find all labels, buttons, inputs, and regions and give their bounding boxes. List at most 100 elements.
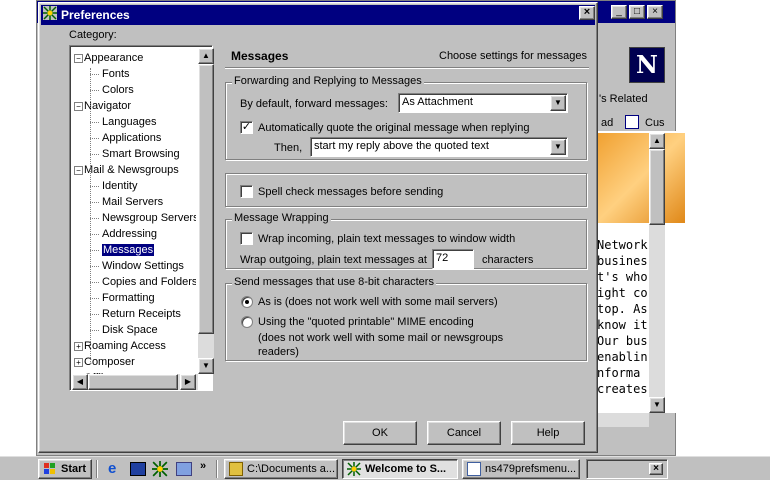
wrap-width-input[interactable]: 72	[432, 249, 474, 269]
tree-item-copies-and-folders[interactable]: Copies and Folders	[102, 274, 196, 290]
tree-item-label: Identity	[102, 180, 138, 192]
forward-select[interactable]: As Attachment ▼	[398, 93, 568, 113]
tree-item-colors[interactable]: Colors	[102, 82, 134, 98]
tree-item-formatting[interactable]: Formatting	[102, 290, 155, 306]
chevron-down-icon[interactable]: ▼	[550, 139, 566, 155]
as-is-radio[interactable]	[241, 296, 253, 308]
tree-item-addressing[interactable]: Addressing	[102, 226, 157, 242]
dialog-close-button[interactable]: ×	[579, 6, 595, 20]
scroll-thumb[interactable]	[198, 64, 214, 334]
tree-item-label: Applications	[102, 132, 162, 144]
tree-connector	[90, 266, 99, 267]
tree-item-messages[interactable]: Messages	[102, 242, 155, 258]
cancel-button[interactable]: Cancel	[427, 421, 501, 445]
scroll-thumb[interactable]	[88, 374, 178, 390]
tree-item-label: Return Receipts	[102, 308, 181, 320]
scroll-up-icon[interactable]: ▲	[649, 133, 665, 149]
maximize-icon[interactable]: □	[629, 5, 645, 19]
scroll-down-icon[interactable]: ▼	[649, 397, 665, 413]
tree-item-smart-browsing[interactable]: Smart Browsing	[102, 146, 180, 162]
tree-item-roaming-access[interactable]: Roaming Access	[84, 338, 166, 354]
spell-check-group: Spell check messages before sending	[225, 173, 587, 207]
background-fragment: ad	[601, 117, 614, 129]
tree-item-appearance[interactable]: Appearance	[84, 50, 143, 66]
background-horizontal-scrollbar[interactable]	[597, 413, 649, 427]
tree-item-window-settings[interactable]: Window Settings	[102, 258, 184, 274]
tree-connector	[90, 218, 99, 219]
tree-item-label: Formatting	[102, 292, 155, 304]
quoted-printable-radio[interactable]	[241, 316, 253, 328]
task-label: Welcome to S...	[365, 463, 447, 475]
tree-item-label: Appearance	[84, 52, 144, 64]
tree-item-disk-space[interactable]: Disk Space	[102, 322, 158, 338]
wrap-incoming-checkbox[interactable]	[240, 232, 253, 245]
scroll-up-icon[interactable]: ▲	[198, 48, 214, 64]
taskbar-divider	[216, 460, 218, 478]
taskbar-task-ns479[interactable]: ns479prefsmenu...	[462, 459, 580, 479]
tree-vertical-scrollbar[interactable]: ▲ ▼	[198, 48, 214, 374]
scroll-right-icon[interactable]: ▶	[180, 374, 196, 390]
text-line: busines	[597, 254, 648, 268]
close-icon[interactable]: ×	[647, 5, 663, 19]
preferences-dialog: Preferences × Category: − Appearance Fonts…	[38, 2, 598, 453]
tree-connector	[90, 314, 99, 315]
tray-close-button[interactable]: ×	[649, 463, 663, 475]
help-button[interactable]: Help	[511, 421, 585, 445]
tree-expander-icon[interactable]: −	[74, 102, 83, 111]
bookmark-icon	[625, 115, 639, 129]
tree-item-mail-newsgroups[interactable]: Mail & Newsgroups	[84, 162, 179, 178]
background-vertical-scrollbar[interactable]: ▲ ▼	[649, 133, 665, 413]
forwarding-legend: Forwarding and Replying to Messages	[232, 75, 424, 87]
wrap-outgoing-label: Wrap outgoing, plain text messages at	[240, 254, 427, 266]
reply-position-select[interactable]: start my reply above the quoted text ▼	[310, 137, 568, 157]
whats-related-button[interactable]: 's Related	[599, 93, 648, 105]
tree-expander-icon[interactable]: −	[74, 54, 83, 63]
ok-button[interactable]: OK	[343, 421, 417, 445]
background-page-text: Network busines t's who ight co top. As …	[597, 237, 655, 397]
system-tray: ×	[586, 459, 668, 479]
desktop-icon[interactable]	[130, 462, 146, 476]
taskbar-task-documents[interactable]: C:\Documents a...	[224, 459, 338, 479]
tree-item-applications[interactable]: Applications	[102, 130, 161, 146]
tree-item-label: Smart Browsing	[102, 148, 180, 160]
tree-item-languages[interactable]: Languages	[102, 114, 156, 130]
tree-expander-icon[interactable]: +	[74, 358, 83, 367]
internet-explorer-icon[interactable]: e	[108, 461, 124, 477]
text-line: ight co	[597, 286, 648, 300]
wrapping-legend: Message Wrapping	[232, 212, 331, 224]
tree-item-newsgroup-servers[interactable]: Newsgroup Servers	[102, 210, 196, 226]
tree-item-label: Addressing	[102, 228, 158, 240]
chevron-down-icon[interactable]: ▼	[550, 95, 566, 111]
scroll-thumb[interactable]	[649, 149, 665, 225]
category-tree[interactable]: − Appearance Fonts Colors − Navigator Language…	[69, 45, 214, 391]
tree-item-fonts[interactable]: Fonts	[102, 66, 130, 82]
tree-expander-icon[interactable]: +	[74, 342, 83, 351]
tree-item-label: Mail & Newsgroups	[84, 164, 179, 176]
scroll-down-icon[interactable]: ▼	[198, 358, 214, 374]
tree-item-return-receipts[interactable]: Return Receipts	[102, 306, 181, 322]
text-line: know it'	[597, 318, 655, 332]
spell-check-checkbox[interactable]	[240, 185, 253, 198]
taskbar-task-welcome[interactable]: Welcome to S...	[342, 459, 458, 479]
tree-item-composer[interactable]: Composer	[84, 354, 135, 370]
scroll-left-icon[interactable]: ◀	[72, 374, 88, 390]
tree-item-navigator[interactable]: Navigator	[84, 98, 131, 114]
tree-item-label: Messages	[102, 244, 155, 256]
minimize-icon[interactable]: _	[611, 5, 627, 19]
tree-horizontal-scrollbar[interactable]: ◀ ▶	[72, 374, 198, 390]
dialog-title: Preferences	[61, 8, 130, 22]
tree-expander-icon[interactable]: −	[74, 166, 83, 175]
tree-item-identity[interactable]: Identity	[102, 178, 137, 194]
quicklaunch-more-icon[interactable]: »	[200, 460, 206, 472]
quoted-printable-label: Using the "quoted printable" MIME encodi…	[258, 316, 474, 328]
netscape-logo-icon: N	[629, 47, 665, 83]
start-button[interactable]: Start	[38, 459, 92, 479]
netscape-quicklaunch-icon[interactable]	[152, 461, 168, 477]
channel-icon[interactable]	[176, 462, 192, 476]
tree-items: − Appearance Fonts Colors − Navigator Language…	[72, 48, 196, 374]
tree-connector	[90, 68, 91, 364]
tree-connector	[90, 298, 99, 299]
auto-quote-checkbox[interactable]: ✓	[240, 121, 253, 134]
tree-item-label: Navigator	[84, 100, 132, 112]
tree-item-mail-servers[interactable]: Mail Servers	[102, 194, 163, 210]
